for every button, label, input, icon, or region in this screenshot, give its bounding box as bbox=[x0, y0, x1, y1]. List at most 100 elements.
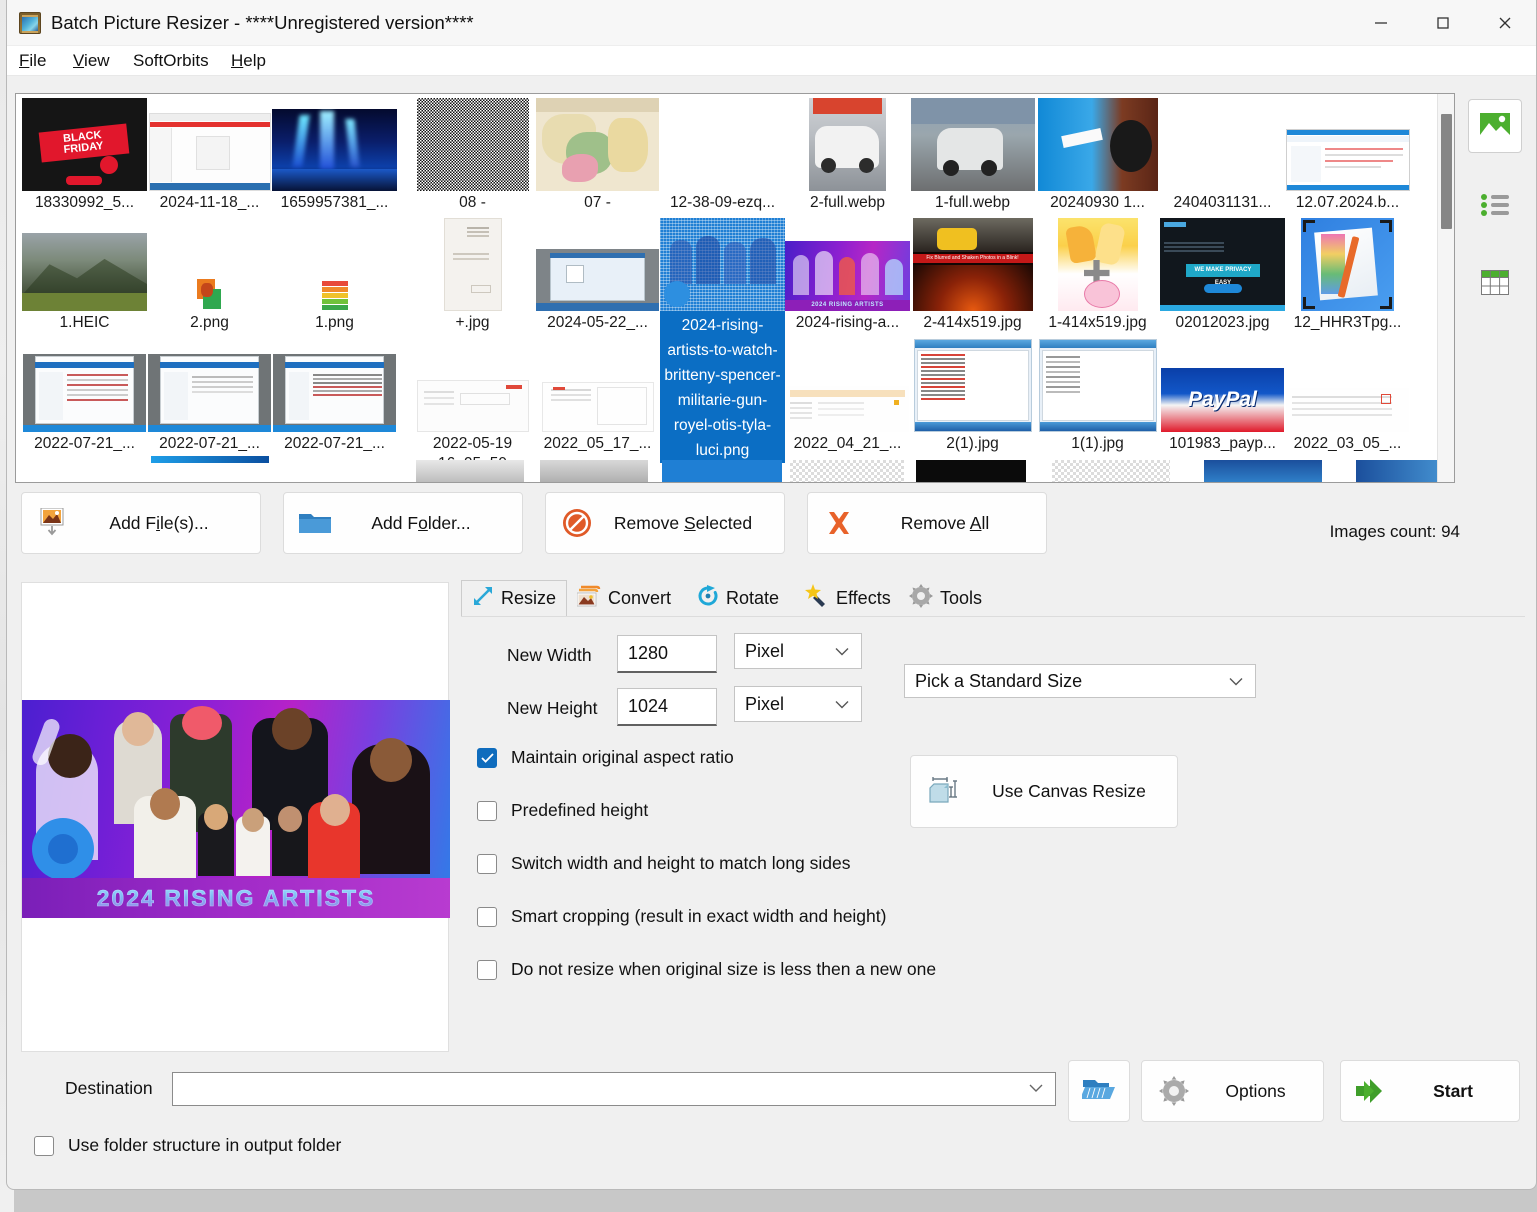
menu-file[interactable]: File bbox=[17, 46, 48, 76]
scrollbar-thumb[interactable] bbox=[1441, 114, 1452, 229]
thumbnail-item[interactable]: PayPal 101983_payp... bbox=[1160, 339, 1285, 454]
checkbox[interactable] bbox=[477, 907, 497, 927]
thumbnail-item[interactable]: 20240930 1... bbox=[1035, 98, 1160, 213]
thumbnail-item[interactable]: Fix Blurred and Shaken Photos in a Blink… bbox=[910, 218, 1035, 333]
thumbnail-view-button[interactable] bbox=[1468, 99, 1522, 153]
thumbnail-item[interactable]: 2022_04_21_... bbox=[785, 339, 910, 454]
remove-selected-button[interactable]: Remove Selected bbox=[545, 492, 785, 554]
standard-size-select[interactable]: Pick a Standard Size bbox=[904, 664, 1256, 698]
thumbnail-image: 2024 RISING ARTISTS bbox=[785, 218, 910, 311]
thumbnail-item[interactable]: WE MAKE PRIVACY EASY 02012023.jpg bbox=[1160, 218, 1285, 333]
thumbnail-item[interactable]: 08 - bbox=[410, 98, 535, 213]
add-folder-button[interactable]: Add Folder... bbox=[283, 492, 523, 554]
list-view-button[interactable] bbox=[1468, 180, 1522, 234]
thumbnail-item[interactable]: 1.png bbox=[272, 218, 397, 333]
application-window: Batch Picture Resizer - ****Unregistered… bbox=[6, 0, 1537, 1190]
tab-effects[interactable]: Effects bbox=[795, 580, 901, 616]
thumbnail-image bbox=[535, 218, 660, 311]
thumbnail-item[interactable]: 2022_05_17_... bbox=[535, 339, 660, 454]
option-predefined-height[interactable]: Predefined height bbox=[477, 800, 648, 821]
checkbox[interactable] bbox=[477, 748, 497, 768]
start-button[interactable]: Start bbox=[1340, 1060, 1520, 1122]
option-switch-width-height[interactable]: Switch width and height to match long si… bbox=[477, 853, 851, 874]
tab-bar: Resize Convert bbox=[461, 580, 1525, 616]
thumbnail-item[interactable]: 12_HHR3Tpg... bbox=[1285, 218, 1410, 333]
new-height-unit-select[interactable]: Pixel bbox=[734, 686, 862, 722]
thumbnail-item[interactable]: 2(1).jpg bbox=[910, 339, 1035, 454]
checkbox[interactable] bbox=[477, 960, 497, 980]
thumbnail-image[interactable] bbox=[540, 460, 648, 482]
x-icon bbox=[808, 509, 870, 537]
thumbnail-item[interactable]: 07 - bbox=[535, 98, 660, 213]
option-do-not-resize[interactable]: Do not resize when original size is less… bbox=[477, 959, 936, 980]
tab-rotate[interactable]: Rotate bbox=[687, 580, 789, 616]
option-use-folder-structure[interactable]: Use folder structure in output folder bbox=[34, 1135, 341, 1156]
checkbox[interactable] bbox=[34, 1136, 54, 1156]
thumbnail-item[interactable]: 2404031131... bbox=[1160, 98, 1285, 213]
thumbnail-item[interactable]: 2022-07-21_... bbox=[22, 339, 147, 454]
tab-effects-label: Effects bbox=[836, 588, 891, 609]
rotate-icon bbox=[697, 585, 719, 612]
thumbnail-image[interactable] bbox=[916, 460, 1026, 482]
grid-scrollbar[interactable] bbox=[1437, 94, 1454, 482]
menu-help[interactable]: Help bbox=[229, 46, 268, 76]
maximize-button[interactable] bbox=[1412, 0, 1474, 46]
option-smart-cropping[interactable]: Smart cropping (result in exact width an… bbox=[477, 906, 886, 927]
add-files-button[interactable]: Add File(s)... bbox=[21, 492, 261, 554]
thumbnail-item[interactable]: 12-38-09-ezq... bbox=[660, 98, 785, 213]
options-button[interactable]: Options bbox=[1141, 1060, 1324, 1122]
thumbnail-item[interactable]: 2024 RISING ARTISTS 2024-rising-a... bbox=[785, 218, 910, 333]
thumbnail-item[interactable]: 2022-07-21_... bbox=[147, 339, 272, 463]
remove-all-button[interactable]: Remove All bbox=[807, 492, 1047, 554]
thumbnail-item[interactable]: 1.HEIC bbox=[22, 218, 147, 333]
thumbnail-item[interactable]: 2022_03_05_... bbox=[1285, 339, 1410, 454]
tab-tools[interactable]: Tools bbox=[899, 580, 992, 616]
thumbnail-item[interactable]: 2024-11-18_... bbox=[147, 98, 272, 213]
thumbnail-image[interactable] bbox=[662, 460, 782, 482]
chevron-down-icon[interactable] bbox=[1029, 1080, 1043, 1098]
thumbnail-image bbox=[410, 98, 535, 191]
thumbnail-image[interactable] bbox=[1052, 460, 1170, 482]
thumbnail-item[interactable]: 2022-07-21_... bbox=[272, 339, 397, 454]
menu-softorbits[interactable]: SoftOrbits bbox=[131, 46, 211, 76]
thumbnail-item[interactable]: 1659957381_... bbox=[272, 98, 397, 213]
tab-convert[interactable]: Convert bbox=[567, 580, 681, 616]
thumbnail-label: 2.png bbox=[147, 311, 272, 333]
thumbnail-item[interactable]: +.jpg bbox=[410, 218, 535, 333]
close-button[interactable] bbox=[1474, 0, 1536, 46]
checkbox[interactable] bbox=[477, 801, 497, 821]
checkbox[interactable] bbox=[477, 854, 497, 874]
use-canvas-resize-button[interactable]: Use Canvas Resize bbox=[910, 755, 1178, 828]
thumbnail-item[interactable]: 2-full.webp bbox=[785, 98, 910, 213]
use-canvas-resize-label: Use Canvas Resize bbox=[981, 781, 1177, 802]
new-width-unit-select[interactable]: Pixel bbox=[734, 633, 862, 669]
thumbnail-image bbox=[660, 339, 785, 432]
thumbnail-image[interactable] bbox=[790, 460, 904, 482]
thumbnail-item[interactable]: BLACKFRIDAY 18330992_5... bbox=[22, 98, 147, 213]
details-view-button[interactable] bbox=[1468, 258, 1522, 312]
thumbnail-item[interactable]: 2022-05-19 16_05_59 bbox=[410, 339, 535, 474]
thumbnail-image[interactable] bbox=[1204, 460, 1322, 482]
thumbnail-item[interactable]: 1-414x519.jpg bbox=[1035, 218, 1160, 333]
table-icon bbox=[1481, 270, 1509, 300]
thumbnail-item[interactable]: 12.07.2024.b... bbox=[1285, 98, 1410, 213]
tab-resize[interactable]: Resize bbox=[461, 580, 567, 616]
thumbnail-item[interactable]: 1(1).jpg bbox=[1035, 339, 1160, 454]
thumbnail-grid[interactable]: BLACKFRIDAY 18330992_5... bbox=[15, 93, 1455, 483]
browse-folder-button[interactable] bbox=[1068, 1060, 1130, 1122]
menu-view[interactable]: View bbox=[71, 46, 112, 76]
option-label: Switch width and height to match long si… bbox=[511, 853, 851, 874]
options-label: Options bbox=[1206, 1081, 1323, 1102]
grid-row-3: 2022-07-21_... 2022-07-21_... bbox=[16, 339, 1455, 469]
gear-icon bbox=[1142, 1076, 1206, 1106]
thumbnail-item[interactable]: 1-full.webp bbox=[910, 98, 1035, 213]
thumbnail-image bbox=[535, 339, 660, 432]
thumbnail-image[interactable] bbox=[416, 460, 524, 482]
new-width-input[interactable]: 1280 bbox=[617, 635, 717, 673]
thumbnail-item[interactable]: 2024-05-22_... bbox=[535, 218, 660, 333]
minimize-button[interactable] bbox=[1350, 0, 1412, 46]
thumbnail-item[interactable]: 2.png bbox=[147, 218, 272, 333]
new-height-input[interactable]: 1024 bbox=[617, 688, 717, 726]
destination-input[interactable] bbox=[172, 1072, 1056, 1106]
option-maintain-aspect-ratio[interactable]: Maintain original aspect ratio bbox=[477, 747, 734, 768]
